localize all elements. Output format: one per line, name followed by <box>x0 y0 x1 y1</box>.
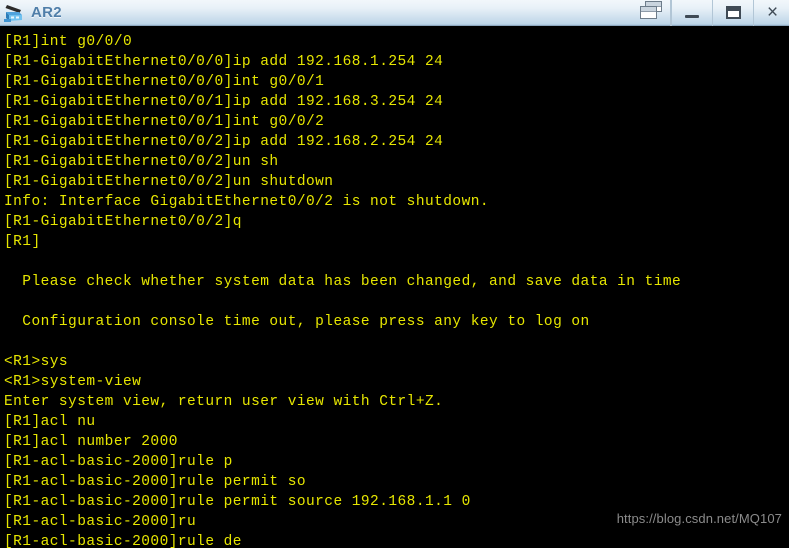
window-controls: × <box>631 0 789 26</box>
terminal-line: [R1-acl-basic-2000]rule permit so <box>4 474 306 490</box>
close-icon: × <box>766 2 779 23</box>
terminal-line: [R1]acl number 2000 <box>4 434 178 450</box>
terminal-line: [R1-GigabitEthernet0/0/2]ip add 192.168.… <box>4 134 444 150</box>
watermark-text: https://blog.csdn.net/MQ107 <box>616 511 782 526</box>
minimize-button[interactable] <box>671 0 712 26</box>
terminal-line: [R1-GigabitEthernet0/0/1]ip add 192.168.… <box>4 94 444 110</box>
terminal-line: Configuration console time out, please p… <box>4 314 590 330</box>
terminal-line: [R1]acl nu <box>4 414 96 430</box>
titlebar-left-group: AR2 <box>0 2 62 24</box>
terminal-line: <R1>system-view <box>4 374 142 390</box>
maximize-button[interactable] <box>712 0 753 26</box>
terminal-line: [R1-acl-basic-2000]rule de <box>4 534 242 548</box>
minimize-icon <box>685 14 699 18</box>
terminal-line: Info: Interface GigabitEthernet0/0/2 is … <box>4 194 490 210</box>
terminal-line: [R1-GigabitEthernet0/0/2]q <box>4 214 242 230</box>
terminal-line: [R1-GigabitEthernet0/0/1]int g0/0/2 <box>4 114 325 130</box>
window-title: AR2 <box>31 3 62 21</box>
cascade-windows-button[interactable] <box>631 0 671 26</box>
terminal-line: Please check whether system data has bee… <box>4 274 682 290</box>
terminal-line: Enter system view, return user view with… <box>4 394 444 410</box>
maximize-icon <box>725 6 741 19</box>
cascade-windows-icon <box>639 1 662 20</box>
terminal-line: [R1-GigabitEthernet0/0/2]un sh <box>4 154 279 170</box>
terminal-line: [R1]int g0/0/0 <box>4 34 133 50</box>
terminal-line: [R1-acl-basic-2000]rule permit source 19… <box>4 494 471 510</box>
terminal-line: [R1-GigabitEthernet0/0/2]un shutdown <box>4 174 334 190</box>
terminal-line: [R1-GigabitEthernet0/0/0]int g0/0/1 <box>4 74 325 90</box>
terminal-line: [R1-GigabitEthernet0/0/0]ip add 192.168.… <box>4 54 444 70</box>
close-button[interactable]: × <box>753 0 789 26</box>
window-titlebar[interactable]: AR2 × <box>0 0 789 26</box>
router-icon <box>4 3 26 24</box>
terminal-line-list: [R1]int g0/0/0 [R1-GigabitEthernet0/0/0]i… <box>4 32 789 548</box>
terminal-output[interactable]: [R1]int g0/0/0 [R1-GigabitEthernet0/0/0]i… <box>0 27 789 548</box>
terminal-line: [R1-acl-basic-2000]rule p <box>4 454 233 470</box>
terminal-line: [R1] <box>4 234 41 250</box>
terminal-line: <R1>sys <box>4 354 69 370</box>
ar2-console-window: AR2 × [R1]int g0/0/0 [R1-GigabitEthernet0… <box>0 0 789 548</box>
